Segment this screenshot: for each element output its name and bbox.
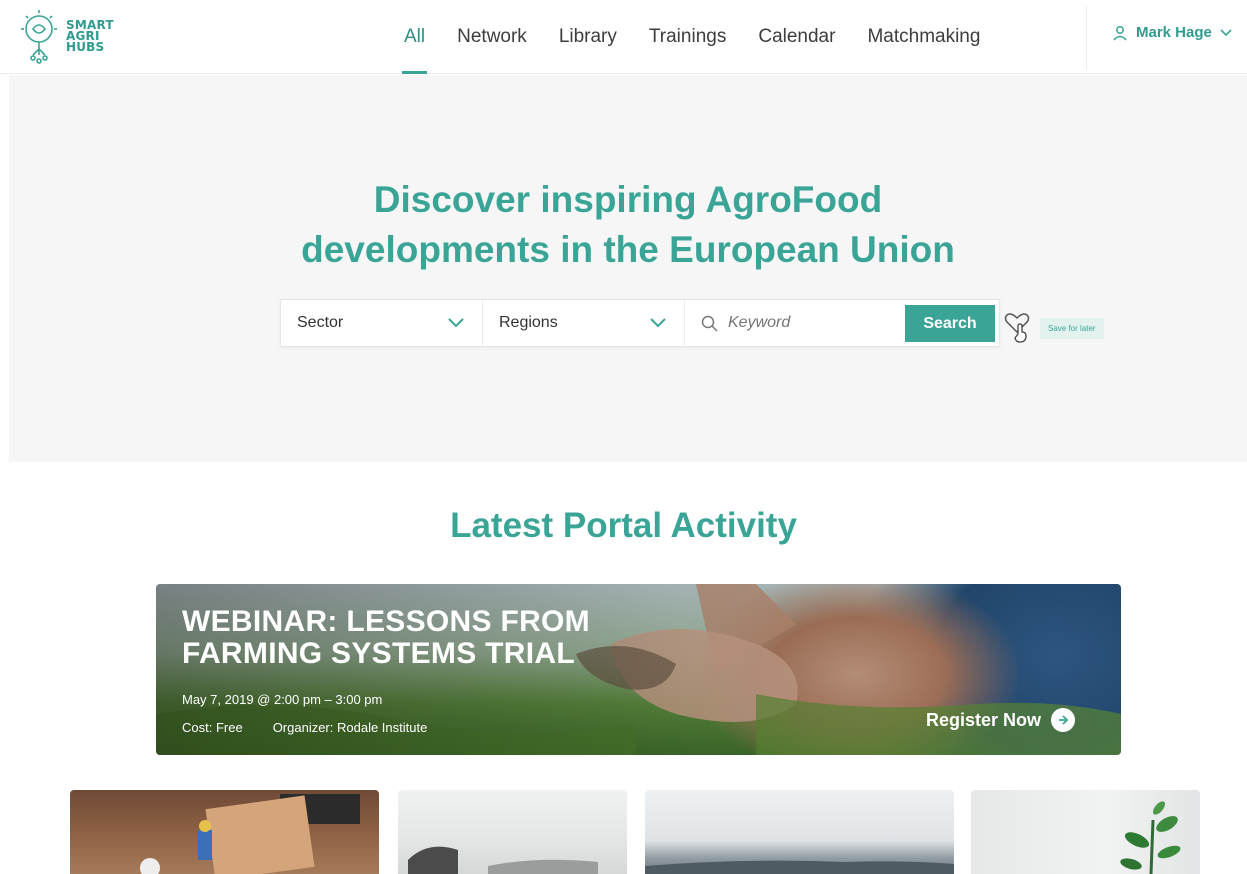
banner-organizer: Organizer: Rodale Institute <box>272 720 428 735</box>
sector-label: Sector <box>297 314 344 331</box>
save-for-later-tag[interactable]: Save for later <box>1040 317 1104 339</box>
nav-tab-trainings[interactable]: Trainings <box>649 0 726 74</box>
user-menu[interactable]: Mark Hage <box>1112 24 1232 41</box>
nav-divider <box>1086 6 1087 70</box>
search-bar: Sector Regions Search <box>280 299 1000 347</box>
banner-cost: Cost: Free <box>182 720 243 735</box>
card-2-image <box>408 846 598 874</box>
register-now-button[interactable]: Register Now <box>926 708 1076 732</box>
banner-date: May 7, 2019 @ 2:00 pm – 3:00 pm <box>182 692 383 707</box>
activity-card-2[interactable] <box>398 790 627 874</box>
hero-title-line-1: Discover inspiring AgroFood <box>373 179 883 220</box>
save-for-later[interactable]: Save for later <box>1004 312 1104 344</box>
protest-sign-image <box>140 794 360 874</box>
webinar-banner[interactable]: WEBINAR: LESSONS FROM FARMING SYSTEMS TR… <box>156 584 1121 755</box>
logo-text: SMART AGRI HUBS <box>66 19 114 54</box>
activity-card-1[interactable] <box>70 790 379 874</box>
regions-select[interactable]: Regions <box>483 300 685 346</box>
logo-line-hubs: HUBS <box>66 39 105 54</box>
hero-section: Discover inspiring AgroFood developments… <box>9 75 1247 462</box>
banner-meta: Cost: Free Organizer: Rodale Institute <box>182 720 427 735</box>
banner-title-line-1: WEBINAR: LESSONS FROM <box>182 605 590 638</box>
regions-label: Regions <box>499 314 558 331</box>
top-header: SMART AGRI HUBS All Network Library Trai… <box>0 0 1247 74</box>
activity-card-4[interactable] <box>971 790 1200 874</box>
nav-tab-matchmaking[interactable]: Matchmaking <box>867 0 980 74</box>
plant-sprout-image <box>1120 801 1181 874</box>
main-nav: All Network Library Trainings Calendar M… <box>401 0 1012 74</box>
lightbulb-leaf-icon <box>21 10 57 64</box>
card-3-landscape-image <box>645 860 954 874</box>
latest-activity-title: Latest Portal Activity <box>450 506 797 545</box>
arrow-right-icon <box>1051 708 1076 732</box>
banner-title-line-2: FARMING SYSTEMS TRIAL <box>182 637 575 670</box>
nav-tab-network[interactable]: Network <box>457 0 527 74</box>
hero-title-line-2: developments in the European Union <box>301 229 955 270</box>
heart-icon[interactable] <box>1004 312 1030 344</box>
search-icon <box>701 315 718 332</box>
nav-tab-all[interactable]: All <box>401 0 428 74</box>
user-icon <box>1113 25 1127 41</box>
nav-tab-library[interactable]: Library <box>559 0 617 74</box>
chevron-down-icon <box>650 318 666 328</box>
banner-title: WEBINAR: LESSONS FROM FARMING SYSTEMS TR… <box>182 606 590 670</box>
keyword-input[interactable] <box>728 314 888 332</box>
activity-card-3[interactable] <box>645 790 954 874</box>
sector-select[interactable]: Sector <box>281 300 483 346</box>
user-name: Mark Hage <box>1136 24 1212 41</box>
smart-agri-hubs-logo[interactable]: SMART AGRI HUBS <box>16 6 116 66</box>
chevron-down-icon <box>1220 28 1232 36</box>
nav-tab-calendar[interactable]: Calendar <box>758 0 835 74</box>
search-button[interactable]: Search <box>905 305 995 342</box>
chevron-down-icon <box>448 318 464 328</box>
register-now-label: Register Now <box>926 709 1042 730</box>
hero-title: Discover inspiring AgroFood developments… <box>9 175 1247 275</box>
